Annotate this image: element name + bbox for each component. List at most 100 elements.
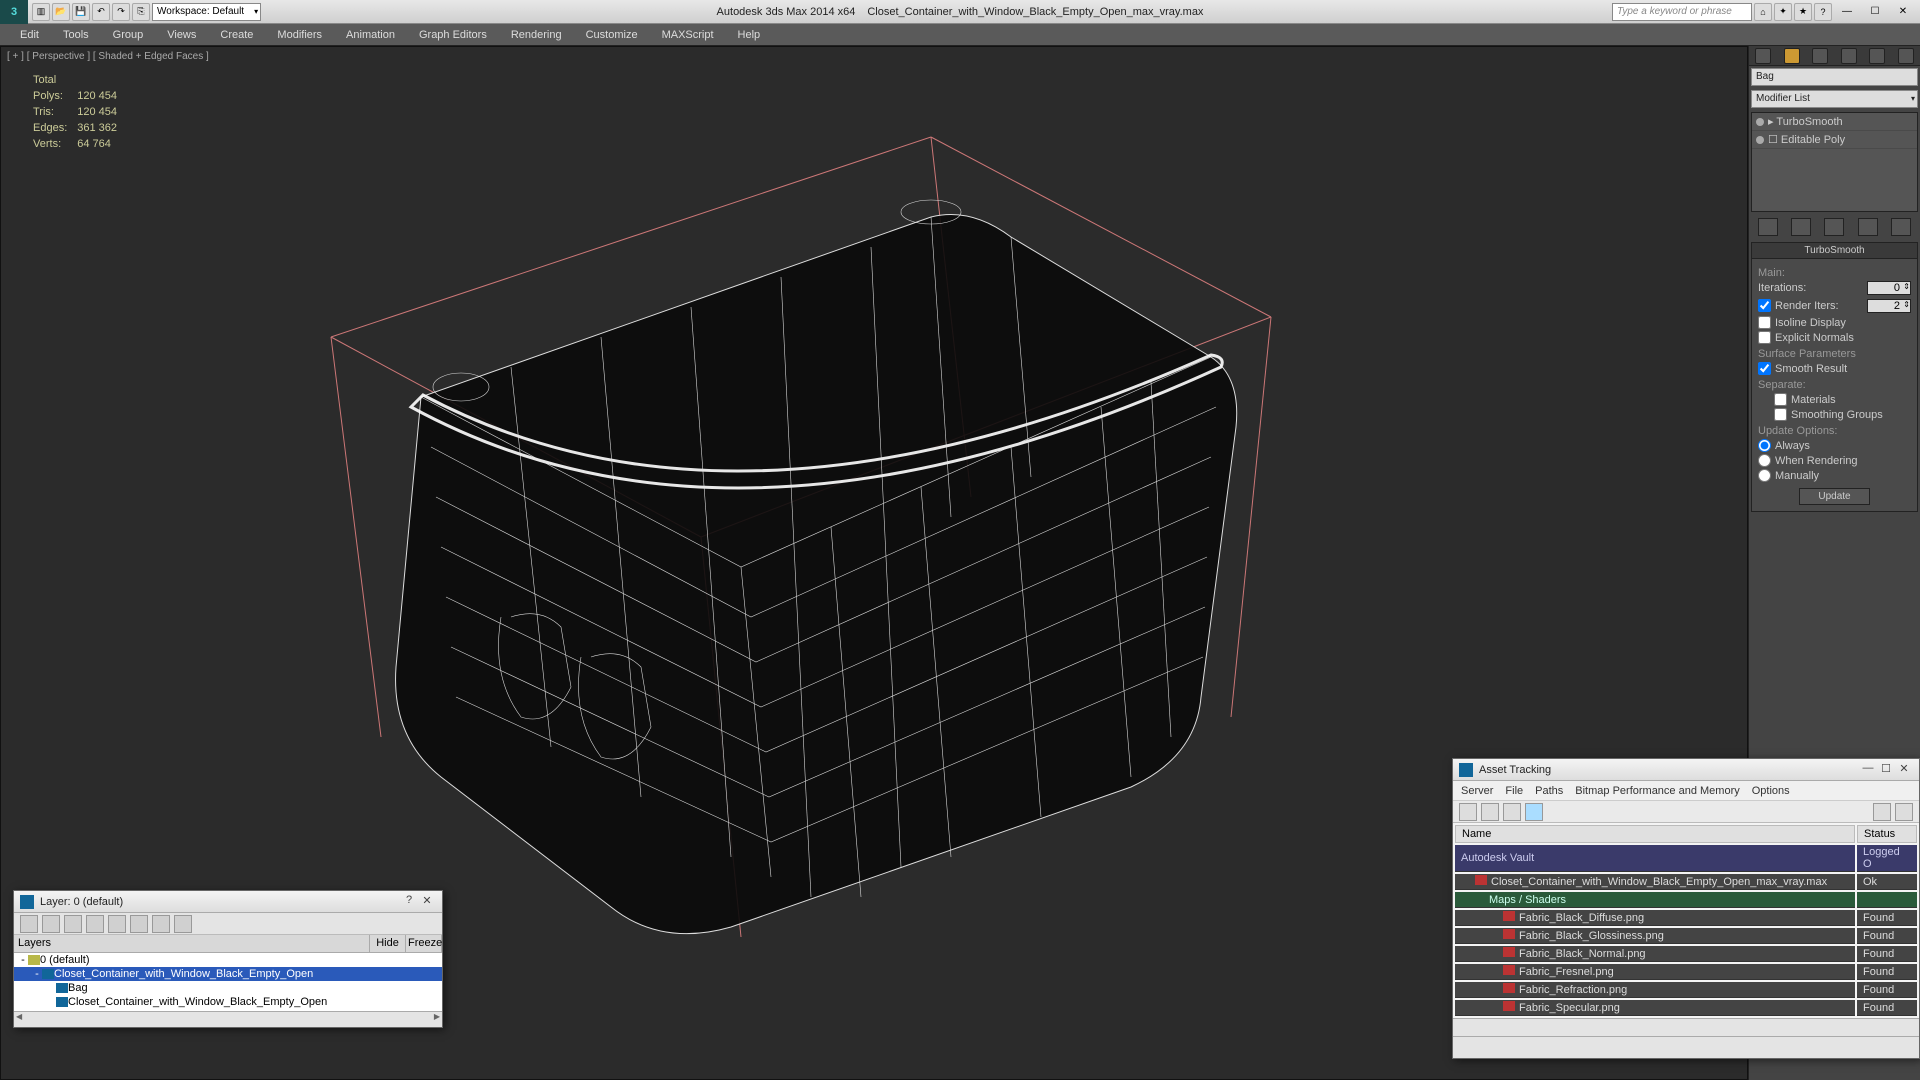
tab-create-icon[interactable] — [1755, 48, 1771, 64]
qa-link-icon[interactable]: ⎘ — [132, 3, 150, 21]
asset-maximize-icon[interactable]: ☐ — [1877, 762, 1895, 778]
workspace-dropdown[interactable]: Workspace: Default — [152, 3, 261, 21]
layer-close-icon[interactable]: ✕ — [418, 894, 436, 910]
asset-row[interactable]: Fabric_Refraction.pngFound — [1455, 982, 1917, 998]
tab-utilities-icon[interactable] — [1898, 48, 1914, 64]
viewport-label[interactable]: [ + ] [ Perspective ] [ Shaded + Edged F… — [7, 51, 209, 62]
render-iters-check[interactable]: Render Iters: — [1758, 299, 1839, 312]
asset-tracking-dialog[interactable]: Asset Tracking — ☐ ✕ ServerFilePathsBitm… — [1452, 758, 1920, 1059]
search-input[interactable]: Type a keyword or phrase — [1612, 3, 1752, 21]
smoothing-groups-check[interactable]: Smoothing Groups — [1758, 408, 1911, 421]
asset-col-status[interactable]: Status — [1857, 825, 1917, 843]
layer-row[interactable]: - Closet_Container_with_Window_Black_Emp… — [14, 967, 442, 981]
tab-modify-icon[interactable] — [1784, 48, 1800, 64]
layer-manager-dialog[interactable]: Layer: 0 (default) ? ✕ Layers Hide Freez… — [13, 890, 443, 1028]
tab-hierarchy-icon[interactable] — [1812, 48, 1828, 64]
asset-table-icon[interactable] — [1525, 803, 1543, 821]
qa-new-icon[interactable]: ▥ — [32, 3, 50, 21]
freeze-layer-icon[interactable] — [152, 915, 170, 933]
remove-mod-icon[interactable] — [1858, 218, 1878, 236]
smooth-result-check[interactable]: Smooth Result — [1758, 362, 1911, 375]
menu-rendering[interactable]: Rendering — [499, 27, 574, 43]
minimize-button[interactable]: — — [1834, 3, 1860, 21]
render-iters-spinner[interactable]: 2 — [1867, 299, 1911, 313]
asset-menu-server[interactable]: Server — [1461, 785, 1493, 797]
asset-row[interactable]: Autodesk VaultLogged O — [1455, 845, 1917, 872]
asset-hscroll[interactable] — [1453, 1018, 1919, 1036]
rollout-header[interactable]: TurboSmooth — [1752, 243, 1917, 259]
menu-customize[interactable]: Customize — [574, 27, 650, 43]
qa-undo-icon[interactable]: ↶ — [92, 3, 110, 21]
menu-maxscript[interactable]: MAXScript — [650, 27, 726, 43]
qa-redo-icon[interactable]: ↷ — [112, 3, 130, 21]
help-favorite-icon[interactable]: ★ — [1794, 3, 1812, 21]
layer-col-hide[interactable]: Hide — [370, 935, 406, 952]
asset-menu-file[interactable]: File — [1505, 785, 1523, 797]
modifier-turbosmooth[interactable]: ▸ TurboSmooth — [1752, 113, 1917, 131]
asset-menu-paths[interactable]: Paths — [1535, 785, 1563, 797]
asset-col-name[interactable]: Name — [1455, 825, 1855, 843]
qa-open-icon[interactable]: 📂 — [52, 3, 70, 21]
object-name-field[interactable]: Bag — [1751, 68, 1918, 86]
menu-group[interactable]: Group — [101, 27, 156, 43]
asset-menu-options[interactable]: Options — [1752, 785, 1790, 797]
iterations-spinner[interactable]: 0 — [1867, 281, 1911, 295]
update-always-radio[interactable]: Always — [1758, 439, 1911, 452]
menu-modifiers[interactable]: Modifiers — [265, 27, 334, 43]
modifier-list-dropdown[interactable]: Modifier List — [1751, 90, 1918, 108]
asset-menu-bitmap-performance-and-memory[interactable]: Bitmap Performance and Memory — [1575, 785, 1739, 797]
asset-row[interactable]: Maps / Shaders — [1455, 892, 1917, 908]
update-button[interactable]: Update — [1799, 488, 1869, 505]
layer-hscroll[interactable] — [14, 1011, 442, 1027]
delete-layer-icon[interactable] — [42, 915, 60, 933]
modifier-stack[interactable]: ▸ TurboSmooth☐ Editable Poly — [1751, 112, 1918, 212]
asset-row[interactable]: Fabric_Fresnel.pngFound — [1455, 964, 1917, 980]
make-unique-icon[interactable] — [1824, 218, 1844, 236]
menu-animation[interactable]: Animation — [334, 27, 407, 43]
asset-refresh-icon[interactable] — [1459, 803, 1477, 821]
layer-row[interactable]: Bag — [14, 981, 442, 995]
layer-row[interactable]: Closet_Container_with_Window_Black_Empty… — [14, 995, 442, 1009]
help-icon[interactable]: ? — [1814, 3, 1832, 21]
tab-motion-icon[interactable] — [1841, 48, 1857, 64]
asset-row[interactable]: Closet_Container_with_Window_Black_Empty… — [1455, 874, 1917, 890]
isoline-check[interactable]: Isoline Display — [1758, 316, 1911, 329]
menu-create[interactable]: Create — [208, 27, 265, 43]
layer-row[interactable]: - 0 (default) — [14, 953, 442, 967]
explicit-normals-check[interactable]: Explicit Normals — [1758, 331, 1911, 344]
asset-minimize-icon[interactable]: — — [1859, 762, 1877, 778]
hide-layer-icon[interactable] — [130, 915, 148, 933]
layer-help-icon[interactable]: ? — [400, 894, 418, 910]
qa-save-icon[interactable]: 💾 — [72, 3, 90, 21]
show-result-icon[interactable] — [1791, 218, 1811, 236]
asset-table[interactable]: Name Status Autodesk VaultLogged O Closet… — [1453, 823, 1919, 1018]
asset-row[interactable]: Fabric_Black_Diffuse.pngFound — [1455, 910, 1917, 926]
help-exchange-icon[interactable]: ✦ — [1774, 3, 1792, 21]
menu-graph-editors[interactable]: Graph Editors — [407, 27, 499, 43]
update-render-radio[interactable]: When Rendering — [1758, 454, 1911, 467]
asset-row[interactable]: Fabric_Specular.pngFound — [1455, 1000, 1917, 1016]
add-to-layer-icon[interactable] — [64, 915, 82, 933]
materials-check[interactable]: Materials — [1758, 393, 1911, 406]
update-manual-radio[interactable]: Manually — [1758, 469, 1911, 482]
layer-col-freeze[interactable]: Freeze — [406, 935, 442, 952]
asset-options-icon[interactable] — [1895, 803, 1913, 821]
asset-row[interactable]: Fabric_Black_Glossiness.pngFound — [1455, 928, 1917, 944]
layer-col-name[interactable]: Layers — [14, 935, 370, 952]
configure-sets-icon[interactable] — [1891, 218, 1911, 236]
new-layer-icon[interactable] — [20, 915, 38, 933]
asset-status-icon[interactable] — [1481, 803, 1499, 821]
select-layer-icon[interactable] — [86, 915, 104, 933]
close-button[interactable]: ✕ — [1890, 3, 1916, 21]
modifier-editable-poly[interactable]: ☐ Editable Poly — [1752, 131, 1917, 149]
maximize-button[interactable]: ☐ — [1862, 3, 1888, 21]
highlight-layer-icon[interactable] — [108, 915, 126, 933]
layer-list[interactable]: - 0 (default)- Closet_Container_with_Win… — [14, 953, 442, 1011]
asset-row[interactable]: Fabric_Black_Normal.pngFound — [1455, 946, 1917, 962]
menu-help[interactable]: Help — [726, 27, 773, 43]
asset-close-icon[interactable]: ✕ — [1895, 762, 1913, 778]
pin-stack-icon[interactable] — [1758, 218, 1778, 236]
layer-props-icon[interactable] — [174, 915, 192, 933]
menu-views[interactable]: Views — [155, 27, 208, 43]
help-subscription-icon[interactable]: ⌂ — [1754, 3, 1772, 21]
